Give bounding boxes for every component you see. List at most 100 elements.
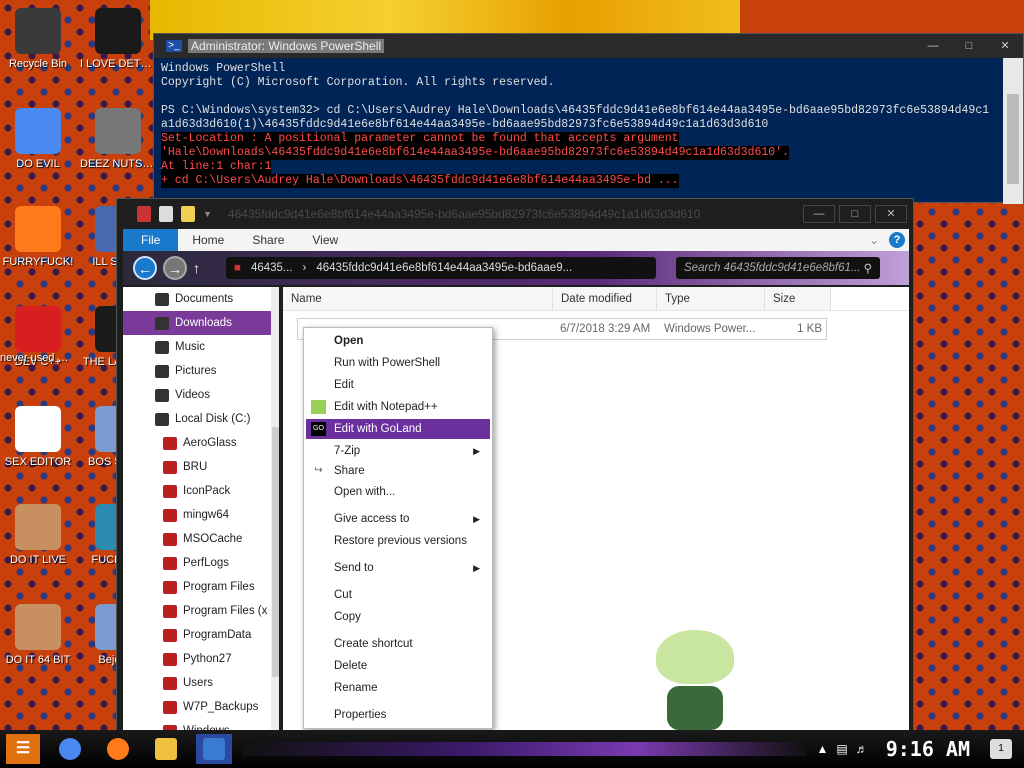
breadcrumb-part[interactable]: 46435... [251, 262, 293, 274]
menu-item[interactable]: Run with PowerShell [306, 353, 490, 373]
sidebar-item[interactable]: Program Files [123, 575, 271, 599]
network-icon[interactable]: ▤ [836, 742, 847, 756]
scrollbar[interactable] [1003, 58, 1023, 204]
scrollbar[interactable] [271, 287, 279, 739]
sidebar-item[interactable]: Videos [123, 383, 271, 407]
taskbar-app-button[interactable] [196, 734, 232, 764]
column-name[interactable]: Name [283, 287, 553, 310]
powershell-titlebar[interactable]: >_ Administrator: Windows PowerShell — □… [154, 34, 1023, 58]
scrollbar-thumb[interactable] [272, 427, 279, 677]
chevron-down-icon[interactable]: ▼ [203, 209, 212, 219]
tab-view[interactable]: View [298, 229, 352, 251]
sidebar-item[interactable]: PerfLogs [123, 551, 271, 575]
volume-icon[interactable]: ♬ [856, 742, 868, 756]
clock[interactable]: 9:16 AM [886, 737, 970, 761]
console-line: At line:1 char:1 [161, 160, 272, 174]
sidebar-item[interactable]: AeroGlass [123, 431, 271, 455]
sidebar-item[interactable]: Documents [123, 287, 271, 311]
menu-item[interactable]: Properties [306, 705, 490, 725]
taskbar-app-button[interactable] [100, 734, 136, 764]
close-button[interactable]: ✕ [987, 37, 1023, 55]
chevron-up-icon[interactable]: ▲ [816, 742, 828, 756]
app-icon [15, 206, 61, 252]
folder-icon [155, 388, 169, 402]
sidebar-item[interactable]: W7P_Backups [123, 695, 271, 719]
sidebar-item[interactable]: IconPack [123, 479, 271, 503]
menu-item[interactable]: Open with... [306, 482, 490, 502]
tab-share[interactable]: Share [238, 229, 298, 251]
menu-item[interactable]: Create shortcut [306, 634, 490, 654]
column-type[interactable]: Type [657, 287, 765, 310]
menu-item[interactable]: Delete [306, 656, 490, 676]
explorer-window[interactable]: ▼ 46435fddc9d41e6e8bf614e44aa3495e-bd6aa… [116, 198, 914, 739]
breadcrumb-part[interactable]: 46435fddc9d41e6e8bf614e44aa3495e-bd6aae9… [316, 262, 572, 274]
search-input[interactable]: Search 46435fddc9d41e6e8bf61... ⚲ [676, 257, 880, 279]
menu-item[interactable]: 7-Zip ▶ [306, 441, 490, 461]
column-date-modified[interactable]: Date modified [553, 287, 657, 310]
column-size[interactable]: Size [765, 287, 831, 310]
desktop-icon[interactable]: Recycle Bin [0, 8, 76, 71]
scrollbar-thumb[interactable] [1007, 94, 1019, 184]
tab-home[interactable]: Home [178, 229, 238, 251]
powershell-window[interactable]: >_ Administrator: Windows PowerShell — □… [153, 33, 1024, 204]
sidebar-item-label: Music [175, 341, 206, 353]
minimize-button[interactable]: — [915, 37, 951, 55]
menu-item[interactable]: Rename [306, 678, 490, 698]
sidebar-item[interactable]: Local Disk (C:) [123, 407, 271, 431]
folder-icon [163, 652, 177, 666]
sidebar-item[interactable]: Python27 [123, 647, 271, 671]
desktop-icon[interactable]: never used why is it ... [0, 352, 76, 365]
minimize-button[interactable]: — [803, 205, 835, 223]
explorer-titlebar[interactable]: ▼ 46435fddc9d41e6e8bf614e44aa3495e-bd6aa… [117, 199, 913, 229]
menu-item[interactable]: Give access to ▶ [306, 509, 490, 529]
menu-item[interactable]: Restore previous versions [306, 531, 490, 551]
forward-button[interactable]: → [163, 256, 187, 280]
sidebar-item[interactable]: Pictures [123, 359, 271, 383]
sidebar-item[interactable]: MSOCache [123, 527, 271, 551]
properties-icon[interactable] [159, 206, 173, 222]
desktop-icon[interactable]: DO IT 64 BIT [0, 604, 76, 667]
maximize-button[interactable]: □ [951, 37, 987, 55]
app-icon [137, 206, 151, 222]
close-button[interactable]: ✕ [875, 205, 907, 223]
up-button[interactable]: ↑ [193, 260, 200, 276]
taskbar-decoration [242, 742, 807, 756]
menu-item[interactable]: ↪ Share [306, 461, 490, 481]
sidebar-item[interactable]: Users [123, 671, 271, 695]
menu-item[interactable]: Copy [306, 607, 490, 627]
start-button[interactable]: ☰ [6, 734, 40, 764]
menu-item[interactable]: GO Edit with GoLand [306, 419, 490, 439]
new-folder-icon[interactable] [181, 206, 195, 222]
expand-ribbon-icon[interactable]: ⌄ [869, 233, 879, 247]
menu-item[interactable]: Edit [306, 375, 490, 395]
menu-item[interactable]: Open [306, 331, 490, 351]
taskbar-app-button[interactable] [148, 734, 184, 764]
desktop-icon[interactable]: DO EVIL [0, 108, 76, 171]
desktop-icon[interactable]: DEEZ NUTS HAH GOTTI [80, 108, 156, 171]
tab-file[interactable]: File [123, 229, 179, 251]
menu-item[interactable]: Cut [306, 585, 490, 605]
sidebar-item[interactable]: mingw64 [123, 503, 271, 527]
sidebar-item[interactable]: Downloads [123, 311, 271, 335]
sidebar-item[interactable]: Music [123, 335, 271, 359]
console-output[interactable]: Windows PowerShell Copyright (C) Microsof… [154, 58, 1023, 204]
maximize-button[interactable]: □ [839, 205, 871, 223]
back-button[interactable]: ← [133, 256, 157, 280]
desktop-icon[interactable]: I LOVE DETECTING... [80, 8, 156, 71]
address-bar[interactable]: ■ 46435... › 46435fddc9d41e6e8bf614e44aa… [226, 257, 656, 279]
notification-icon[interactable]: 1 [990, 739, 1012, 759]
sidebar-item-label: Program Files (x [183, 605, 268, 617]
menu-item-label: Properties [334, 709, 387, 721]
sidebar-item[interactable]: ProgramData [123, 623, 271, 647]
desktop-icon[interactable]: FURRYFUCK! [0, 206, 76, 269]
help-icon[interactable]: ? [889, 232, 905, 248]
folder-icon [163, 532, 177, 546]
desktop-icon[interactable]: SEX EDITOR [0, 406, 76, 469]
desktop-icon[interactable]: DO IT LIVE [0, 504, 76, 567]
sidebar-item[interactable]: BRU [123, 455, 271, 479]
sidebar-item[interactable]: Program Files (x [123, 599, 271, 623]
taskbar-app-button[interactable] [52, 734, 88, 764]
menu-item[interactable]: Send to ▶ [306, 558, 490, 578]
search-icon[interactable]: ⚲ [864, 261, 872, 275]
menu-item[interactable]: Edit with Notepad++ [306, 397, 490, 417]
